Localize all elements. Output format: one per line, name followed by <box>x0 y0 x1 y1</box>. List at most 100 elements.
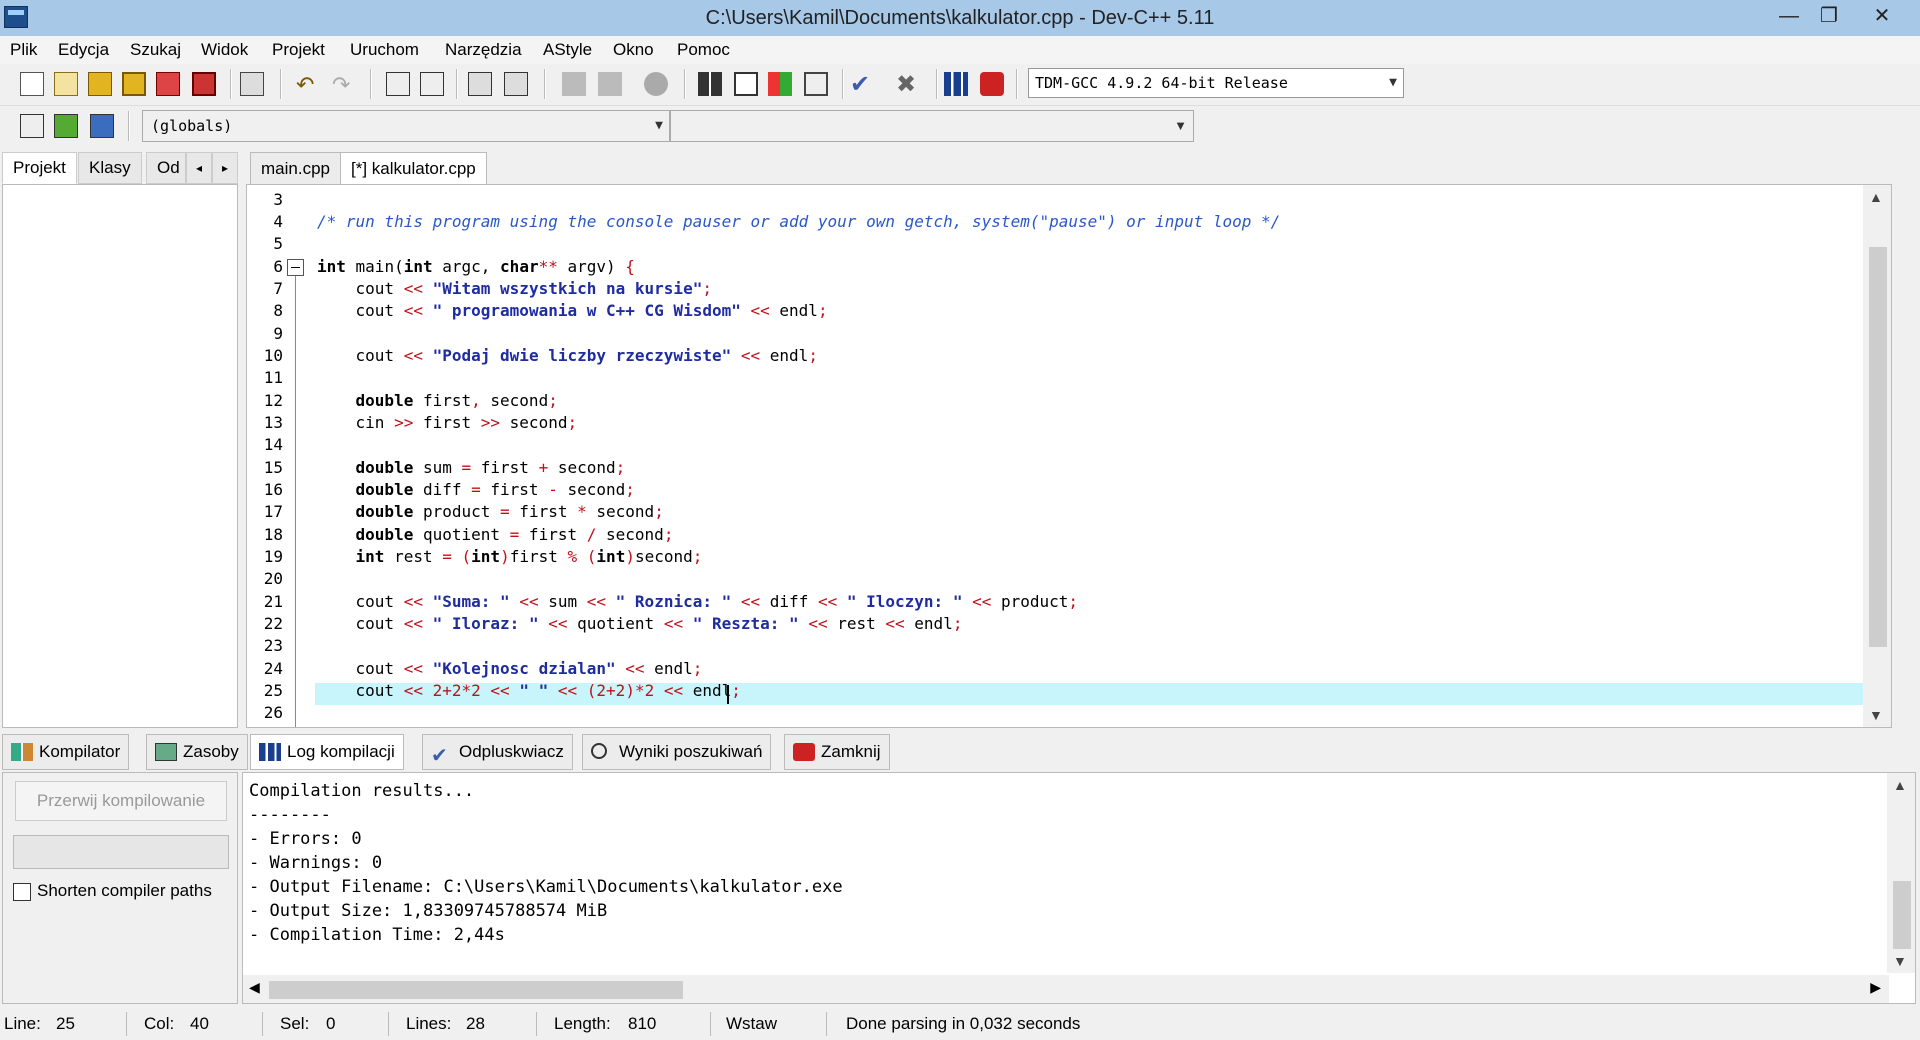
status-col-label: Col: <box>144 1014 175 1033</box>
menu-narzedzia[interactable]: Narzędzia <box>445 40 522 60</box>
bookmark-prev-icon[interactable] <box>562 72 586 96</box>
toggle-comment-icon[interactable] <box>644 72 668 96</box>
scroll-down-icon[interactable]: ▼ <box>1869 707 1883 723</box>
status-line-value: 25 <box>56 1014 75 1033</box>
editor-vertical-scrollbar[interactable]: ▲ ▼ <box>1863 185 1891 727</box>
function-select[interactable]: ▼ <box>670 110 1194 142</box>
close-icon <box>793 743 815 761</box>
scroll-thumb[interactable] <box>1893 881 1911 949</box>
new-file-icon[interactable] <box>20 72 44 96</box>
scroll-thumb[interactable] <box>269 981 683 999</box>
status-lines-label: Lines: <box>406 1014 452 1033</box>
window-icon[interactable] <box>734 72 758 96</box>
status-message: Done parsing in 0,032 seconds <box>846 1014 1081 1033</box>
stop-icon[interactable]: ✖ <box>896 70 920 98</box>
redo-icon[interactable]: ↷ <box>332 72 356 97</box>
status-divider <box>388 1012 389 1036</box>
log-vertical-scrollbar[interactable]: ▲ ▼ <box>1887 773 1915 973</box>
print-icon[interactable] <box>240 72 264 96</box>
tab-projekt[interactable]: Projekt <box>2 152 77 184</box>
scope-value: (globals) <box>151 117 233 135</box>
unindent-icon[interactable] <box>504 72 528 96</box>
line-number: 14 <box>263 435 283 454</box>
toolbar-separator <box>280 69 282 99</box>
check-icon: ✔ <box>431 745 448 767</box>
menu-uruchom[interactable]: Uruchom <box>350 40 419 60</box>
tab-od[interactable]: Od <box>146 152 186 184</box>
tab-kompilator[interactable]: Kompilator <box>2 734 130 770</box>
status-length-label: Length: <box>554 1014 611 1033</box>
scroll-left-icon[interactable]: ◀ <box>249 979 260 996</box>
menu-edycja[interactable]: Edycja <box>58 40 109 60</box>
run-icon[interactable] <box>804 72 828 96</box>
status-col-value: 40 <box>190 1014 209 1033</box>
menu-astyle[interactable]: AStyle <box>543 40 592 60</box>
line-number: 5 <box>273 234 283 253</box>
code-line: cout << "Witam wszystkich na kursie"; <box>317 279 712 298</box>
close-file-icon[interactable] <box>156 72 180 96</box>
compile-log[interactable]: Compilation results... -------- - Errors… <box>242 772 1916 1004</box>
goto-definition-icon[interactable] <box>54 114 78 138</box>
log-line: Compilation results... <box>249 781 475 801</box>
line-number: 21 <box>263 592 283 611</box>
scope-select[interactable]: (globals) ▼ <box>142 110 670 142</box>
chart-icon[interactable] <box>944 72 968 96</box>
indent-icon[interactable] <box>468 72 492 96</box>
tab-zasoby[interactable]: Zasoby <box>146 734 248 770</box>
open-file-icon[interactable] <box>54 72 78 96</box>
status-sel-label: Sel: <box>280 1014 310 1033</box>
close-button[interactable]: ✕ <box>1852 0 1912 32</box>
tab-zamknij[interactable]: Zamknij <box>784 734 890 770</box>
log-line: -------- <box>249 805 331 825</box>
tab-wyniki-poszukiwan[interactable]: Wyniki poszukiwań <box>582 734 772 770</box>
abort-compile-button[interactable]: Przerwij kompilowanie <box>15 781 227 821</box>
shorten-paths-checkbox[interactable] <box>13 883 31 901</box>
menu-widok[interactable]: Widok <box>201 40 248 60</box>
menu-plik[interactable]: Plik <box>10 40 37 60</box>
scroll-thumb[interactable] <box>1869 247 1887 647</box>
save-all-icon[interactable] <box>122 72 146 96</box>
tab-odpluskwiacz[interactable]: ✔ Odpluskwiacz <box>422 734 573 770</box>
toolbar-separator <box>128 111 130 141</box>
left-panel-tabs: Projekt Klasy Od ◂ ▸ <box>0 150 240 184</box>
compile-icon[interactable] <box>768 72 792 96</box>
close-all-icon[interactable] <box>192 72 216 96</box>
menu-szukaj[interactable]: Szukaj <box>130 40 181 60</box>
code-line: /* run this program using the console pa… <box>317 212 1281 231</box>
tab-scroll-right-icon[interactable]: ▸ <box>212 152 238 184</box>
line-number: 9 <box>273 324 283 343</box>
code-editor[interactable]: 3 4 5 6 7 8 9 10 11 12 13 14 15 16 17 18… <box>246 184 1892 728</box>
tab-kalkulator-cpp[interactable]: [*] kalkulator.cpp <box>340 152 487 186</box>
tab-log-kompilacji[interactable]: Log kompilacji <box>250 734 404 770</box>
save-icon[interactable] <box>88 72 112 96</box>
line-number: 26 <box>263 703 283 722</box>
scroll-up-icon[interactable]: ▲ <box>1893 777 1907 793</box>
maximize-button[interactable]: ❐ <box>1806 0 1852 32</box>
fold-collapse-icon[interactable] <box>287 259 304 276</box>
log-horizontal-scrollbar[interactable]: ◀ ▶ <box>243 975 1889 1003</box>
scroll-up-icon[interactable]: ▲ <box>1869 189 1883 205</box>
tab-label: Zasoby <box>183 742 239 761</box>
scroll-down-icon[interactable]: ▼ <box>1893 953 1907 969</box>
find-icon[interactable] <box>386 72 410 96</box>
project-tree[interactable] <box>2 184 238 728</box>
toolbar-separator <box>842 69 844 99</box>
profile-delete-icon[interactable] <box>980 72 1004 96</box>
tab-scroll-left-icon[interactable]: ◂ <box>186 152 212 184</box>
check-syntax-icon[interactable]: ✔ <box>850 70 874 98</box>
compiler-select[interactable]: TDM-GCC 4.9.2 64-bit Release ▼ <box>1028 68 1404 98</box>
tab-main-cpp[interactable]: main.cpp <box>250 152 341 186</box>
undo-icon[interactable]: ↶ <box>296 72 320 97</box>
menu-pomoc[interactable]: Pomoc <box>677 40 730 60</box>
goto-declaration-icon[interactable] <box>20 114 44 138</box>
menu-okno[interactable]: Okno <box>613 40 654 60</box>
code-line: int rest = (int)first % (int)second; <box>355 547 703 566</box>
tab-klasy[interactable]: Klasy <box>78 152 142 184</box>
tile-icon[interactable] <box>698 72 722 96</box>
compile-progress-bar <box>13 835 229 869</box>
scroll-right-icon[interactable]: ▶ <box>1870 979 1881 996</box>
bookmark-next-icon[interactable] <box>598 72 622 96</box>
bookmark-icon[interactable] <box>90 114 114 138</box>
replace-icon[interactable] <box>420 72 444 96</box>
menu-projekt[interactable]: Projekt <box>272 40 325 60</box>
